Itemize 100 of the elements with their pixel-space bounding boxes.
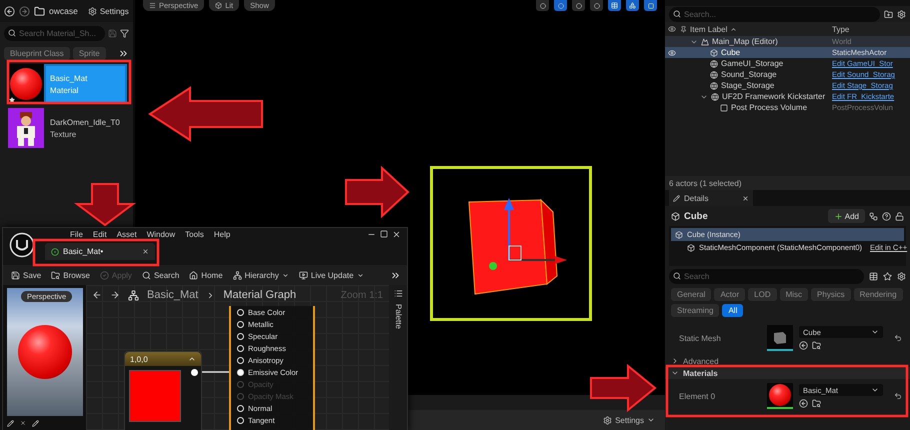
home-icon bbox=[189, 270, 198, 280]
asset-tab[interactable]: Basic_Mat• bbox=[45, 243, 155, 260]
viewport-settings-button[interactable]: Settings bbox=[601, 416, 657, 424]
close-icon[interactable] bbox=[392, 230, 401, 239]
grid-snap-button[interactable] bbox=[608, 0, 621, 11]
table-icon[interactable] bbox=[869, 272, 878, 280]
category-tab[interactable]: Physics bbox=[811, 288, 851, 301]
pencil-icon[interactable] bbox=[32, 420, 39, 426]
menu-item[interactable]: Asset bbox=[112, 230, 142, 239]
folder-icon bbox=[34, 6, 45, 16]
transform-tool-button[interactable] bbox=[554, 0, 567, 11]
output-pin-icon[interactable] bbox=[191, 369, 198, 376]
transform-tool-button[interactable] bbox=[536, 0, 549, 11]
details-tab[interactable]: Details bbox=[669, 190, 753, 206]
breadcrumb-item[interactable]: Material Graph bbox=[223, 289, 296, 301]
lock-icon[interactable] bbox=[895, 212, 904, 220]
search-field[interactable]: Search Material_Sh... bbox=[4, 26, 105, 40]
category-tab[interactable]: All bbox=[722, 304, 744, 317]
palette-tab[interactable]: Palette bbox=[394, 304, 402, 329]
column-header[interactable]: Type bbox=[832, 24, 850, 34]
collapse-icon[interactable] bbox=[188, 355, 196, 363]
save-icon bbox=[11, 270, 20, 280]
toolbar-button[interactable]: Hierarchy bbox=[230, 270, 291, 280]
browse-icon bbox=[51, 270, 60, 280]
annotation-arrow bbox=[74, 183, 136, 226]
close-icon[interactable] bbox=[142, 248, 149, 255]
annotation-arrow bbox=[345, 166, 410, 218]
filter-chip[interactable]: Blueprint Class bbox=[4, 46, 70, 60]
item-label: Sound_Storage bbox=[721, 70, 777, 79]
transform-tool-button[interactable] bbox=[572, 0, 585, 11]
transform-tool-button[interactable] bbox=[590, 0, 603, 11]
category-tab[interactable]: Streaming bbox=[671, 304, 720, 317]
reset-icon[interactable] bbox=[894, 392, 902, 400]
settings-icon[interactable] bbox=[897, 10, 906, 18]
category-tab[interactable]: Misc bbox=[780, 288, 808, 301]
section-header[interactable]: Advanced bbox=[665, 355, 910, 367]
forward-icon[interactable] bbox=[110, 290, 120, 300]
more-icon[interactable] bbox=[118, 48, 129, 58]
toolbar-button[interactable]: Browse bbox=[49, 270, 92, 280]
color-swatch bbox=[129, 370, 181, 422]
menu-item[interactable]: Help bbox=[208, 230, 236, 239]
category-tab[interactable]: Actor bbox=[714, 288, 746, 301]
filter-chip[interactable]: Sprite bbox=[72, 46, 106, 60]
settings-button[interactable]: Settings bbox=[86, 6, 131, 16]
toolbar-button[interactable]: Save bbox=[9, 270, 44, 280]
toolbar-button[interactable]: Home bbox=[187, 270, 225, 280]
back-icon[interactable] bbox=[92, 290, 102, 300]
property-label: Static Mesh bbox=[679, 334, 722, 342]
node-title: 1,0,0 bbox=[130, 354, 148, 364]
visibility-icon[interactable] bbox=[668, 48, 676, 56]
column-header[interactable]: Item Label bbox=[690, 24, 728, 34]
toolbar-button[interactable]: Search bbox=[140, 270, 182, 280]
asset-tile[interactable]: DarkOmen_Idle_T0 Texture bbox=[8, 108, 127, 148]
settings-icon bbox=[88, 6, 97, 16]
pencil-icon[interactable] bbox=[7, 420, 14, 426]
add-folder-icon[interactable] bbox=[884, 10, 893, 18]
search-field[interactable]: Search bbox=[669, 268, 864, 284]
pencil-icon bbox=[673, 194, 680, 202]
more-icon[interactable] bbox=[390, 270, 401, 280]
category-tab[interactable]: General bbox=[671, 288, 712, 301]
menu-item[interactable]: File bbox=[65, 230, 88, 239]
maximize-icon[interactable] bbox=[380, 230, 388, 238]
asset-name: DarkOmen_Idle_T0 bbox=[50, 118, 121, 127]
square-icon bbox=[648, 2, 654, 8]
asset-type: Material bbox=[50, 86, 80, 95]
category-tab[interactable]: Rendering bbox=[854, 288, 903, 301]
browse-icon[interactable] bbox=[812, 341, 821, 350]
scale-snap-button[interactable] bbox=[644, 0, 657, 11]
filter-icon[interactable] bbox=[120, 28, 129, 38]
menu-item[interactable]: Edit bbox=[88, 230, 112, 239]
engine-logo-icon bbox=[9, 232, 35, 258]
breadcrumb-item[interactable]: Basic_Mat bbox=[147, 289, 198, 301]
item-label: GameUI_Storage bbox=[721, 59, 784, 68]
material-thumbnail bbox=[8, 64, 44, 104]
item-label: Post Process Volume bbox=[731, 103, 808, 112]
add-button[interactable]: Add bbox=[828, 209, 865, 223]
close-icon[interactable] bbox=[742, 194, 749, 202]
search-icon bbox=[8, 29, 16, 37]
search-field[interactable]: Search... bbox=[669, 6, 880, 22]
category-tab[interactable]: LOD bbox=[748, 288, 777, 301]
object-name: Cube bbox=[684, 210, 708, 222]
settings-icon bbox=[603, 416, 612, 424]
hierarchy-icon bbox=[232, 270, 242, 280]
star-icon[interactable] bbox=[883, 272, 892, 280]
shapes-icon bbox=[629, 2, 636, 9]
menu-item[interactable]: Tools bbox=[180, 230, 209, 239]
back-icon[interactable] bbox=[4, 6, 15, 16]
asset-name: Basic_Mat bbox=[50, 74, 88, 83]
caret-icon bbox=[282, 272, 289, 278]
material-icon bbox=[51, 248, 59, 256]
constant-node[interactable]: 1,0,0 bbox=[124, 351, 202, 430]
menu-item[interactable]: Window bbox=[142, 230, 180, 239]
reset-icon[interactable] bbox=[894, 334, 902, 342]
help-icon[interactable] bbox=[882, 212, 891, 220]
toolbar-button[interactable]: Live Update bbox=[296, 270, 366, 280]
rotation-snap-button[interactable] bbox=[626, 0, 639, 11]
close-icon[interactable] bbox=[20, 420, 26, 426]
browse-icon[interactable] bbox=[812, 399, 821, 408]
caret-icon bbox=[871, 328, 879, 336]
settings-icon[interactable] bbox=[897, 272, 906, 280]
